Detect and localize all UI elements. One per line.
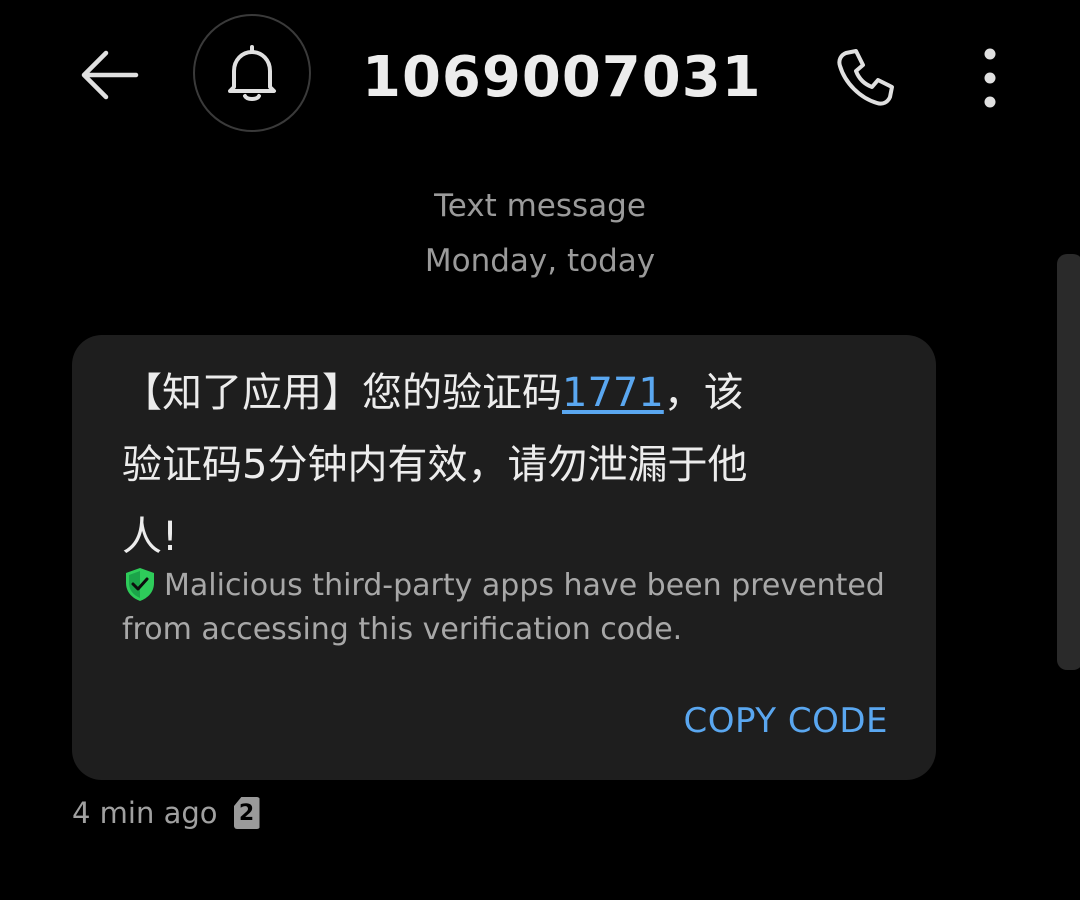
call-button[interactable]	[822, 38, 908, 118]
scrollbar[interactable]	[1057, 254, 1080, 670]
timestamp-text: 4 min ago	[72, 796, 218, 830]
security-note: Malicious third-party apps have been pre…	[122, 564, 912, 652]
message-timestamp: 4 min ago 2	[72, 796, 260, 830]
message-text-suffix: ，该	[663, 370, 744, 416]
copy-code-button[interactable]: COPY CODE	[684, 701, 889, 741]
contact-title[interactable]: 1069007031...	[362, 38, 762, 118]
sim-slot-number: 2	[238, 800, 255, 826]
bell-icon	[228, 45, 276, 101]
message-bubble[interactable]: 【知了应用】您的验证码1771，该 验证码5分钟内有效，请勿泄漏于他 人! Ma…	[72, 335, 936, 780]
security-note-text: Malicious third-party apps have been pre…	[122, 568, 885, 647]
more-vertical-icon	[984, 48, 996, 108]
sim-card-icon: 2	[233, 797, 260, 829]
arrow-left-icon	[81, 50, 139, 100]
notification-toggle-button[interactable]	[193, 14, 311, 132]
phone-icon	[837, 49, 894, 106]
message-text-prefix: 【知了应用】您的验证码	[122, 370, 562, 416]
message-line-3: 人!	[122, 514, 179, 560]
message-line-2: 验证码5分钟内有效，请勿泄漏于他	[122, 442, 748, 488]
message-line-1: 【知了应用】您的验证码1771，该	[122, 357, 882, 429]
message-type-label: Text message	[434, 188, 646, 224]
shield-check-icon	[126, 568, 154, 601]
verification-code-link[interactable]: 1771	[562, 370, 664, 416]
message-body: 【知了应用】您的验证码1771，该 验证码5分钟内有效，请勿泄漏于他 人!	[122, 357, 882, 573]
back-button[interactable]	[68, 34, 150, 116]
date-label: Monday, today	[424, 243, 656, 279]
more-options-button[interactable]	[960, 38, 1020, 118]
